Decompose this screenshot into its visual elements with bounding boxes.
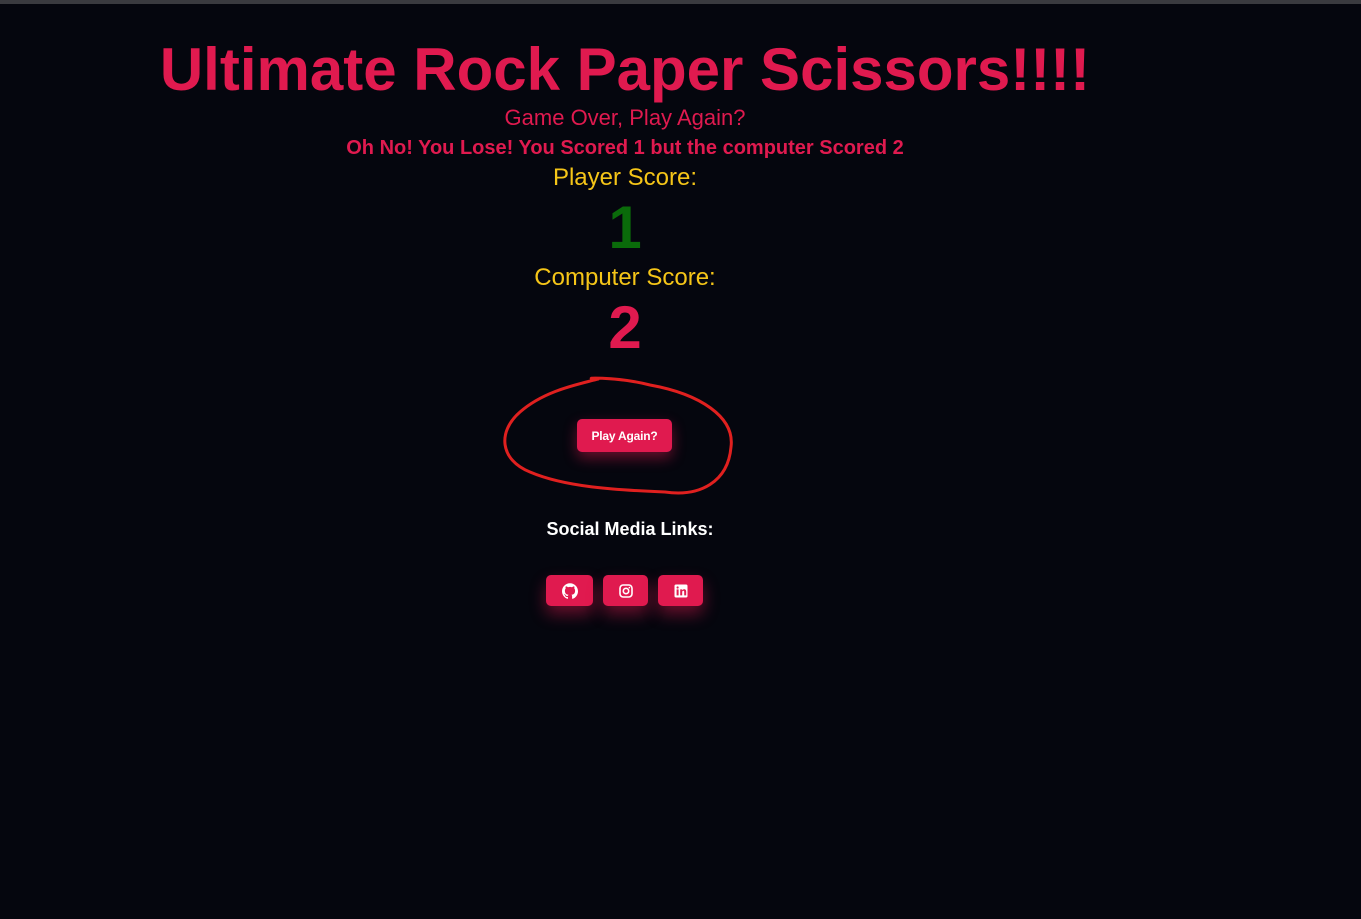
instagram-link-button[interactable] — [603, 575, 648, 606]
play-again-button[interactable]: Play Again? — [577, 419, 672, 452]
browser-top-edge — [0, 0, 1361, 4]
player-score-label: Player Score: — [552, 164, 698, 191]
player-score-value: 1 — [608, 194, 642, 261]
game-status: Game Over, Play Again? — [504, 105, 746, 130]
computer-score-label: Computer Score: — [534, 264, 716, 291]
computer-score-value: 2 — [608, 294, 642, 361]
instagram-icon — [618, 583, 633, 598]
result-message: Oh No! You Lose! You Scored 1 but the co… — [346, 137, 904, 159]
github-icon — [561, 582, 578, 599]
social-links-heading: Social Media Links: — [546, 519, 714, 539]
linkedin-link-button[interactable] — [658, 575, 703, 606]
linkedin-icon — [674, 584, 687, 597]
game-page: Ultimate Rock Paper Scissors!!!! Game Ov… — [0, 0, 1361, 919]
github-link-button[interactable] — [546, 575, 593, 606]
page-title: Ultimate Rock Paper Scissors!!!! — [159, 36, 1091, 103]
